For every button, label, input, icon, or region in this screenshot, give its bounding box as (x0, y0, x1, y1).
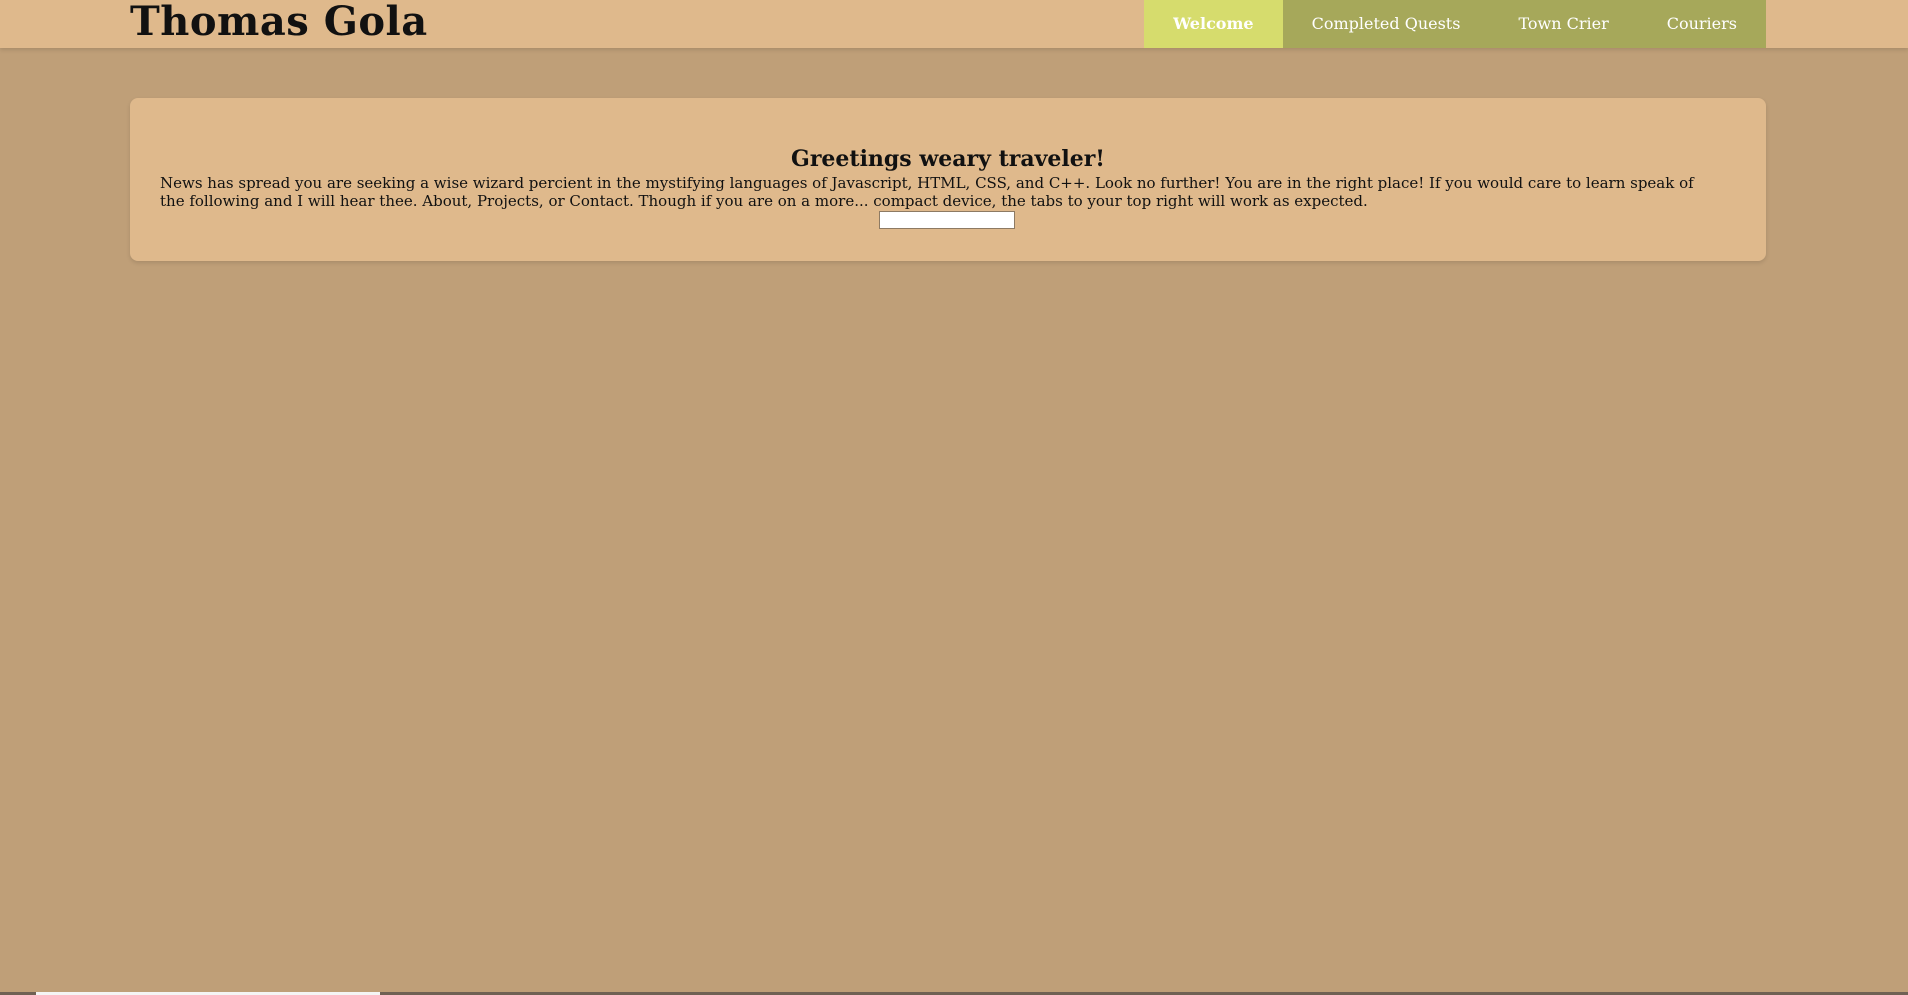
command-input[interactable] (879, 211, 1015, 229)
nav-welcome-tab[interactable]: Welcome (1144, 0, 1283, 48)
welcome-heading: Greetings weary traveler! (791, 146, 1105, 172)
nav-completed-quests-tab[interactable]: Completed Quests (1282, 0, 1490, 48)
nav-couriers-tab[interactable]: Couriers (1637, 0, 1766, 48)
site-brand: Thomas Gola (130, 0, 428, 45)
welcome-panel: Greetings weary traveler! News has sprea… (130, 98, 1766, 261)
top-navigation-bar: Thomas Gola Welcome Completed Quests Tow… (0, 0, 1908, 48)
nav-town-crier-tab[interactable]: Town Crier (1489, 0, 1638, 48)
main-navigation: Welcome Completed Quests Town Crier Cour… (1144, 0, 1766, 48)
welcome-message: News has spread you are seeking a wise w… (160, 174, 1694, 210)
